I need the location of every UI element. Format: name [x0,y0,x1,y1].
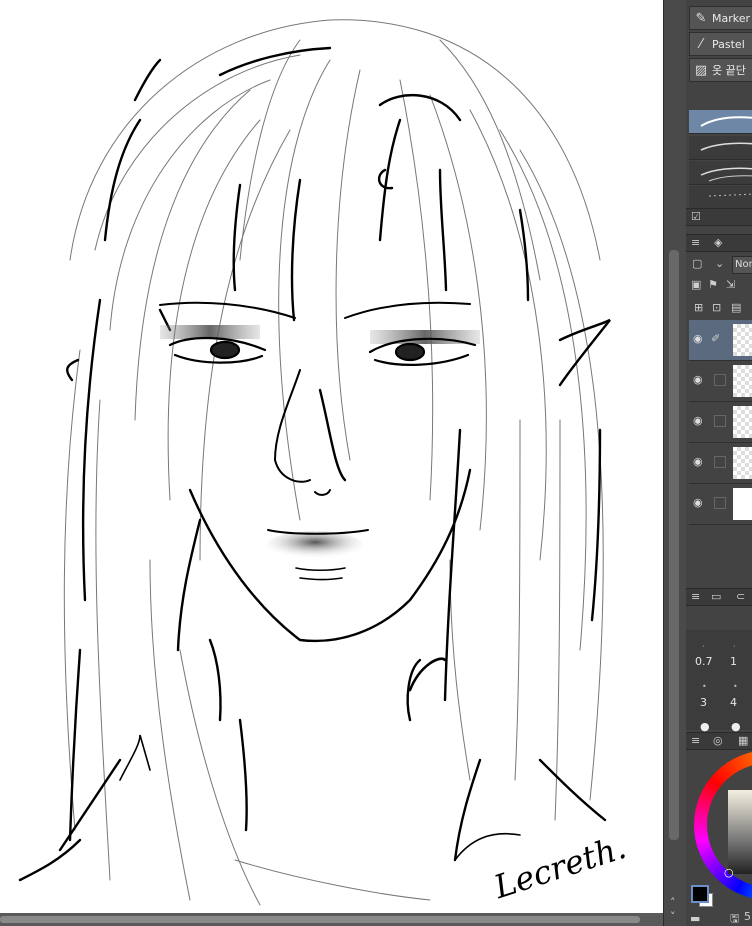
layer-row[interactable]: ◉ [689,361,752,402]
chevron-down-icon[interactable]: ⌄ [715,257,724,270]
subtool-footer: ☑ [686,208,752,226]
eye-icon[interactable]: ◉ [693,373,703,386]
horizontal-scrollbar[interactable] [0,913,663,926]
layer-checkbox[interactable] [714,415,726,427]
brush-item-marker[interactable]: ✎ Marker [689,6,752,30]
reference-layer-icon[interactable]: ⚑ [708,278,718,291]
brush-preview-3[interactable] [689,161,752,185]
eye-icon[interactable]: ◉ [693,332,703,345]
save-icon[interactable]: 🖫 [730,910,739,926]
layer-row[interactable]: ◉ [689,402,752,443]
brush-preview-1[interactable] [689,110,752,134]
brush-preview-4[interactable] [689,186,752,210]
hatching-brush-icon: ▨ [694,62,708,78]
brush-size-palette: · · 0.7 1 • • 3 4 ● ● [686,630,752,733]
brush-item-hatching[interactable]: ▨ 옷 끝단 [689,58,752,82]
layer-checkbox[interactable] [714,456,726,468]
blend-mode-row: ▢ ⌄ Norm [689,254,752,274]
pen-edit-icon: ✐ [711,332,721,345]
blend-mode-select[interactable]: Norm [732,256,752,274]
layer-checkbox[interactable] [714,374,726,386]
layer-thumbnail [733,365,752,397]
lock-layer-icon[interactable]: ▣ [691,278,701,291]
brush-item-pastel[interactable]: ⁄ Pastel [689,32,752,56]
vertical-scrollbar[interactable]: ˄ ˅ [663,0,686,926]
new-vector-layer-icon[interactable]: ⊡ [712,301,721,314]
scroll-down-icon[interactable]: ˅ [670,910,676,923]
foreground-color-swatch[interactable] [691,885,709,903]
navigator-header: ≡ ▭ ⊂ [686,588,752,606]
layer-thumbnail [733,324,752,356]
color-panel-header: ≡ ◎ ▦ [686,732,752,750]
color-wheel-tab-icon[interactable]: ◎ [713,734,723,747]
color-picker-marker[interactable]: ○ [724,866,734,879]
horizontal-scroll-thumb[interactable] [0,916,640,923]
pastel-icon: ⁄ [699,36,703,52]
sketch-artwork [18,19,611,906]
drawing-canvas[interactable]: Lecreth. [0,0,663,913]
scroll-up-icon[interactable]: ˄ [670,896,676,909]
navigator-tab-icon[interactable]: ▭ [711,590,721,603]
new-raster-layer-icon[interactable]: ⊞ [694,301,703,314]
subtool-settings-icon[interactable]: ☑ [691,210,701,223]
brush-size-option[interactable]: 0.7 [695,655,713,668]
menu-icon[interactable]: ≡ [691,590,700,603]
eye-icon[interactable]: ◉ [693,455,703,468]
layer-thumbnail [733,406,752,438]
color-set-tab-icon[interactable]: ▦ [738,734,748,747]
brush-size-option[interactable]: 4 [730,696,737,709]
layer-row[interactable]: ◉ ✐ [689,320,752,361]
vertical-scroll-thumb[interactable] [669,250,679,840]
brush-size-option[interactable]: 3 [700,696,707,709]
toggle-icon[interactable]: ▬ [690,912,700,925]
menu-icon[interactable]: ≡ [691,236,700,249]
new-folder-icon[interactable]: ▤ [731,301,741,314]
link-icon[interactable]: ⊂ [736,590,745,603]
layer-row[interactable]: ◉ [689,443,752,484]
eye-icon[interactable]: ◉ [693,496,703,509]
paper-layer-thumbnail [733,488,752,520]
layers-tab-icon[interactable]: ◈ [714,236,722,249]
layer-color-icon[interactable]: ▢ [692,257,702,270]
layer-thumbnail [733,447,752,479]
brush-size-option[interactable]: 1 [730,655,737,668]
layer-panel-header: ≡ ◈ [686,234,752,252]
eye-icon[interactable]: ◉ [693,414,703,427]
color-saturation-square[interactable] [728,790,752,874]
marker-pen-icon: ✎ [695,10,707,26]
right-panel: ✎ Marker ⁄ Pastel ▨ 옷 끝단 ☑ ≡ ◈ ▢ ⌄ Norm … [686,0,752,926]
clip-layer-icon[interactable]: ⇲ [726,278,735,291]
layer-row[interactable]: ◉ [689,484,752,525]
layer-checkbox[interactable] [714,497,726,509]
menu-icon[interactable]: ≡ [691,734,700,747]
status-value: 5 [744,910,751,923]
brush-preview-2[interactable] [689,136,752,160]
